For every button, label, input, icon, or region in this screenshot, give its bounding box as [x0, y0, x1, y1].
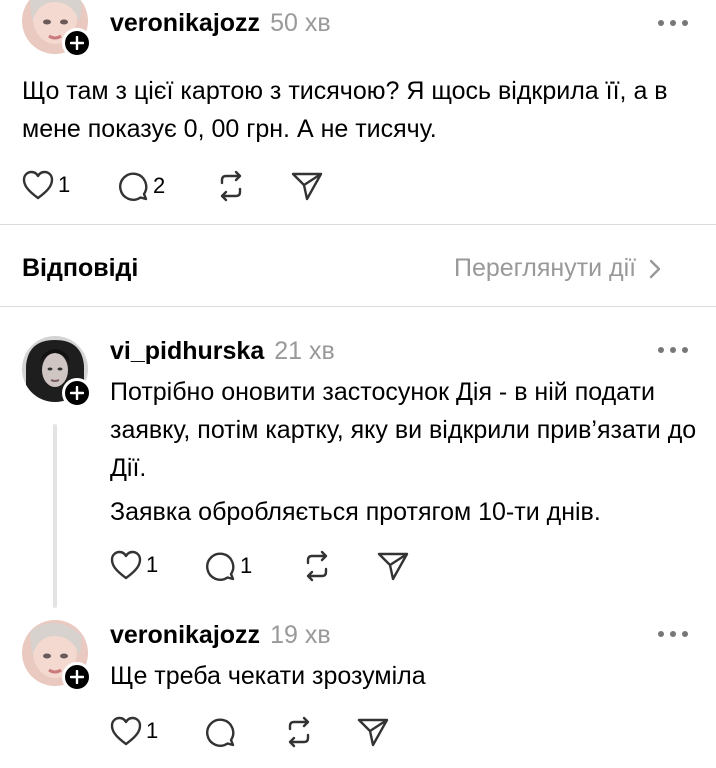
plus-icon — [70, 386, 84, 400]
username-text[interactable]: vi_pidhurska — [110, 337, 264, 365]
share-button[interactable] — [376, 550, 410, 582]
plus-icon — [70, 36, 84, 50]
like-count: 1 — [146, 552, 159, 577]
follow-button[interactable] — [62, 28, 92, 58]
timestamp: 50 хв — [270, 9, 331, 37]
more-options-icon[interactable] — [658, 17, 688, 29]
repost-icon — [288, 716, 310, 748]
username[interactable]: veronikajozz 50 хв — [110, 9, 331, 38]
view-activity-link[interactable]: Переглянути дії — [454, 254, 662, 283]
reply-count: 1 — [240, 553, 253, 578]
reply-button[interactable] — [204, 716, 240, 748]
like-button[interactable]: 1 — [22, 170, 70, 200]
heart-icon — [110, 716, 142, 746]
username-text[interactable]: veronikajozz — [110, 9, 260, 37]
more-options-icon[interactable] — [658, 628, 688, 640]
more-options-icon[interactable] — [658, 344, 688, 356]
like-count: 1 — [146, 718, 159, 743]
comment-icon — [206, 718, 235, 747]
post-text: Що там з цієї картою з тисячою? Я щось в… — [22, 77, 668, 143]
send-icon — [291, 172, 323, 201]
send-icon — [377, 552, 409, 581]
share-button[interactable] — [356, 716, 390, 748]
chevron-right-icon — [649, 259, 661, 278]
follow-button[interactable] — [62, 378, 92, 408]
send-icon — [357, 718, 389, 747]
reply-text: Ще треба чекати зрозуміла — [110, 662, 426, 690]
follow-button[interactable] — [62, 662, 92, 692]
view-activity-label[interactable]: Переглянути дії — [454, 254, 636, 283]
repost-button[interactable] — [214, 170, 248, 202]
reply-count: 2 — [153, 173, 166, 198]
heart-icon — [22, 170, 54, 200]
repost-icon — [220, 170, 242, 202]
comment-icon — [206, 552, 235, 581]
username[interactable]: vi_pidhurska 21 хв — [110, 337, 335, 366]
repost-button[interactable] — [282, 716, 316, 748]
replies-title[interactable]: Відповіді — [22, 254, 138, 283]
share-button[interactable] — [290, 170, 324, 202]
heart-icon — [110, 550, 142, 580]
thread-line — [53, 424, 57, 608]
timestamp: 19 хв — [270, 621, 331, 649]
like-button[interactable]: 1 — [110, 550, 158, 580]
username-text[interactable]: veronikajozz — [110, 621, 260, 649]
like-button[interactable]: 1 — [110, 716, 158, 746]
divider — [0, 224, 716, 225]
username[interactable]: veronikajozz 19 хв — [110, 621, 331, 650]
divider — [0, 306, 716, 307]
reply-button[interactable]: 2 — [117, 170, 165, 202]
comment-icon — [119, 172, 148, 201]
like-count: 1 — [58, 172, 71, 197]
reply-text: Заявка обробляється протягом 10-ти днів. — [110, 498, 601, 526]
repost-icon — [306, 550, 328, 582]
timestamp: 21 хв — [274, 337, 335, 365]
reply-text: Потрібно оновити застосунок Дія - в ній … — [110, 378, 697, 482]
plus-icon — [70, 670, 84, 684]
repost-button[interactable] — [300, 550, 334, 582]
reply-button[interactable]: 1 — [204, 550, 252, 582]
